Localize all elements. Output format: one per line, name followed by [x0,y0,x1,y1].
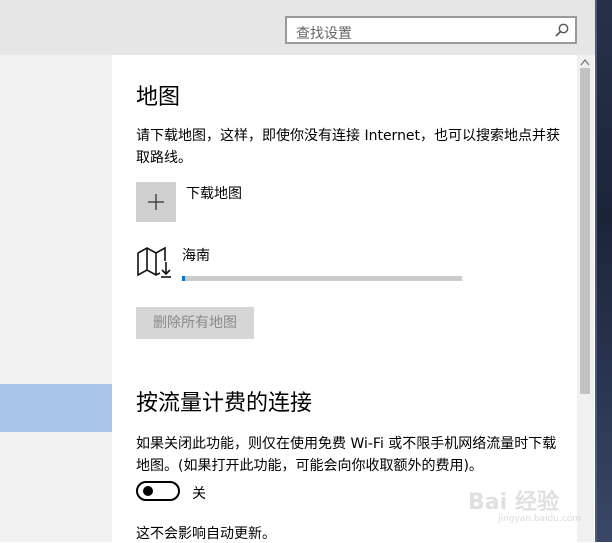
desktop-background [595,0,612,542]
download-maps-label[interactable]: 下载地图 [186,183,242,203]
delete-all-maps-button[interactable]: 删除所有地图 [136,307,254,339]
maps-settings-content: 地图 请下载地图，这样，即使你没有连接 Internet，也可以搜索地点并获取路… [112,55,577,542]
map-download-progress-fill [182,276,185,281]
map-download-icon [137,246,171,278]
page-title: 地图 [136,85,181,110]
left-nav-selected-item[interactable] [0,384,112,432]
maps-description: 请下载地图，这样，即使你没有连接 Internet，也可以搜索地点并获取路线。 [136,128,561,166]
search-input[interactable]: 查找设置 [296,23,352,43]
toggle-knob [143,486,153,496]
map-region-name: 海南 [182,248,210,264]
metered-toggle[interactable] [136,481,180,501]
metered-description: 如果关闭此功能，则仅在使用免费 Wi-Fi 或不限手机网络流量时下载地图。(如果… [136,436,557,474]
header-bar: 查找设置 [0,0,595,55]
watermark-subtext: jingyan.baidu.com [498,514,582,524]
metered-section-title: 按流量计费的连接 [136,391,313,416]
watermark-logo: Bai 经验 jingyan.baidu.com [468,484,582,530]
auto-update-note: 这不会影响自动更新。 [136,526,276,542]
scrollbar-thumb[interactable] [580,68,590,394]
watermark-text: Bai 经验 [468,490,559,515]
download-maps-button[interactable] [136,182,176,222]
metered-toggle-state: 关 [192,486,206,502]
scroll-up-arrow-icon[interactable] [580,58,590,66]
search-icon[interactable] [555,23,569,37]
plus-icon [148,194,164,210]
map-download-progress [182,276,462,281]
left-nav-pane [0,55,112,542]
search-box[interactable]: 查找设置 [285,16,577,44]
